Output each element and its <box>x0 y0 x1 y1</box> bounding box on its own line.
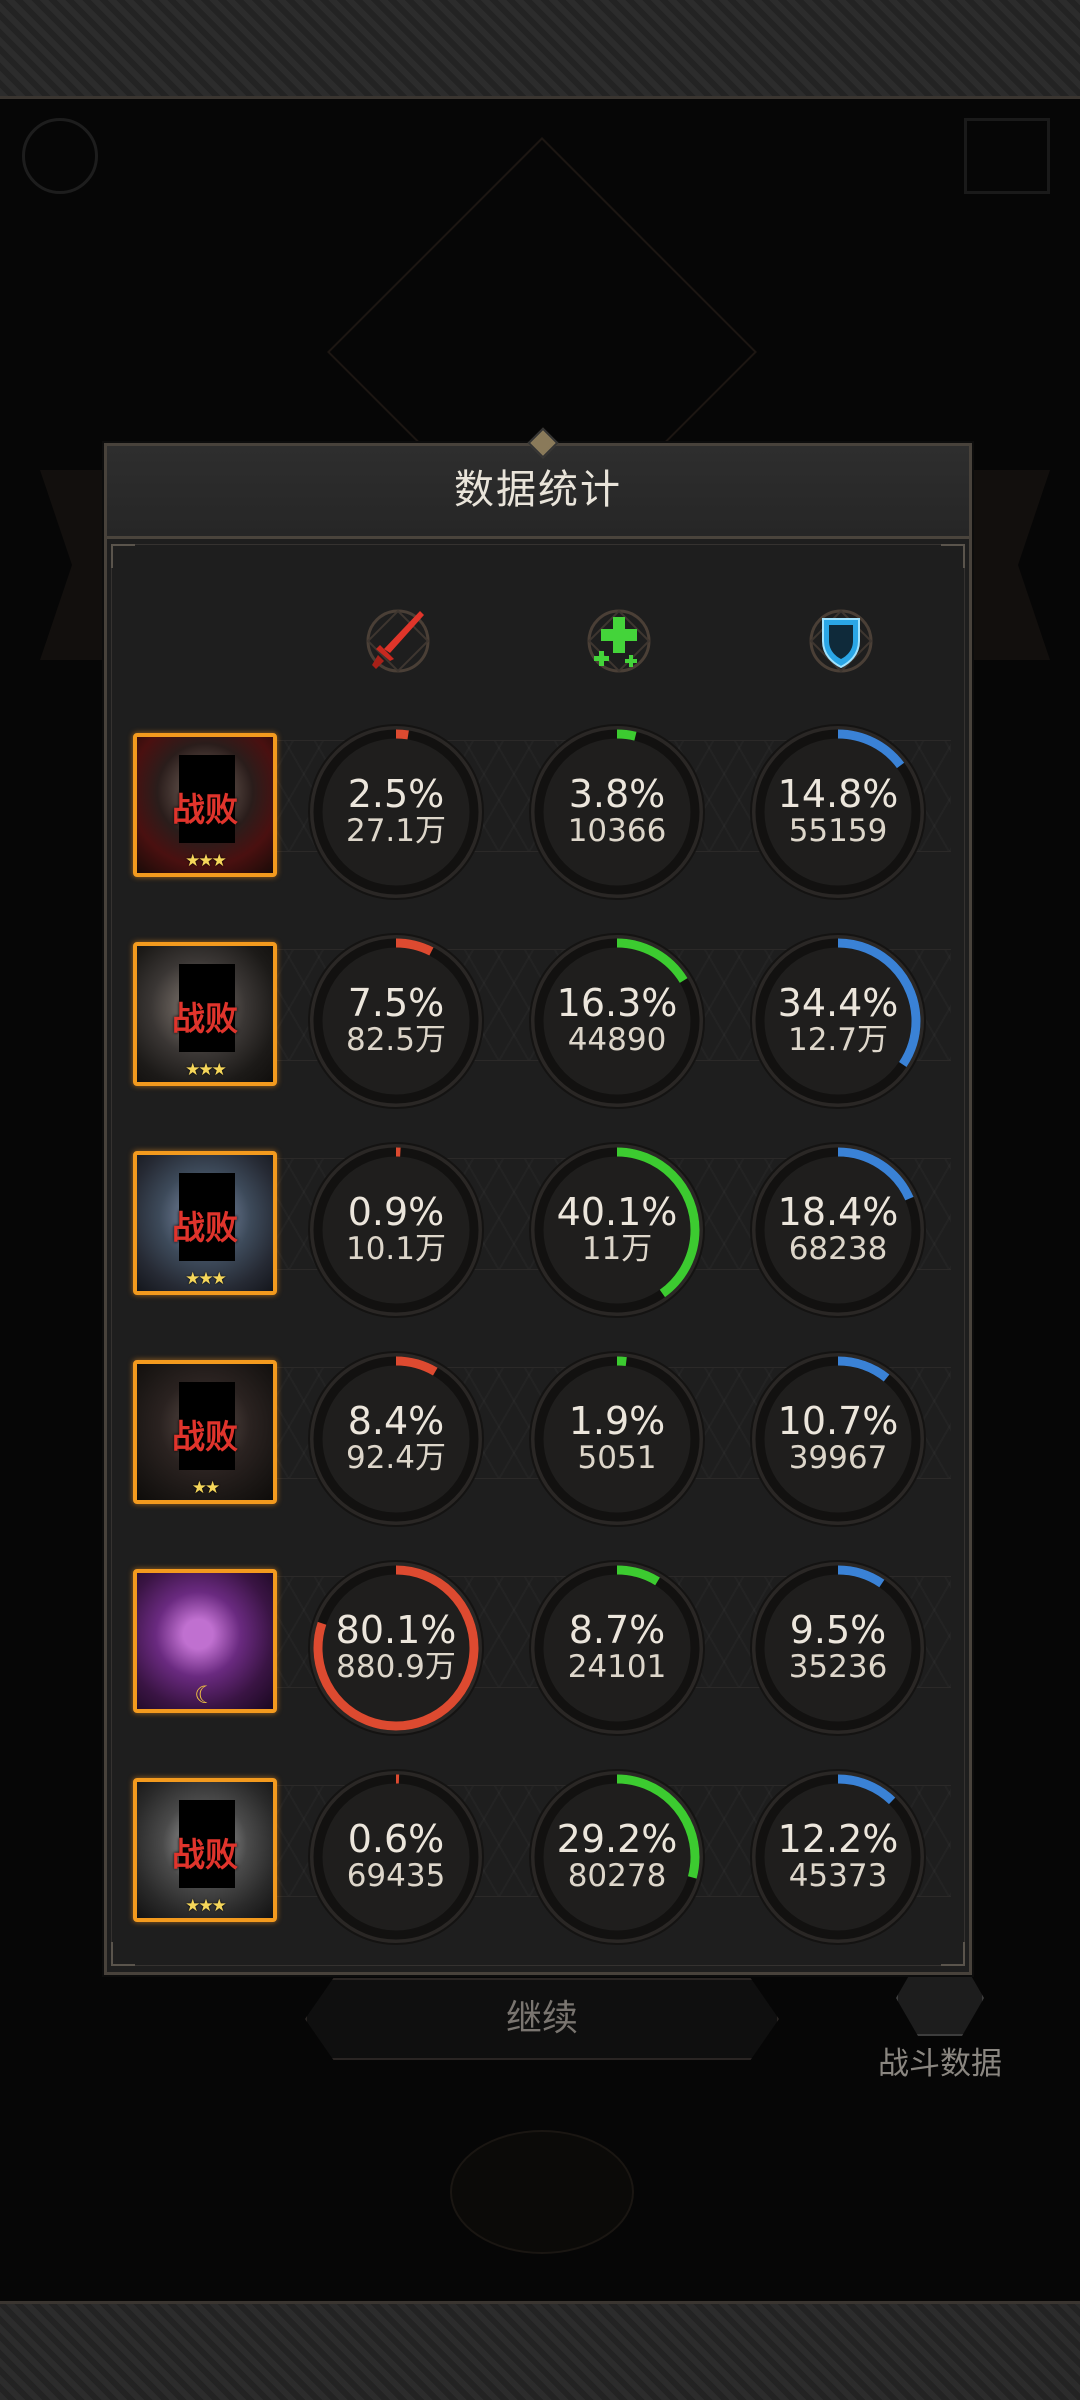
stat-value: 44890 <box>567 1022 667 1058</box>
stat-value: 92.4万 <box>345 1440 447 1476</box>
healing-stat: 1.9% 5051 <box>527 1349 707 1529</box>
hero-avatar[interactable]: 战败 ★★★ <box>133 1778 277 1922</box>
corner-ornament <box>941 544 965 568</box>
healing-stat: 8.7% 24101 <box>527 1558 707 1738</box>
tanking-stat: 10.7% 39967 <box>748 1349 928 1529</box>
damage-stat: 7.5% 82.5万 <box>306 931 486 1111</box>
hero-stat-row: 战败 ★★★ 0.6% 69435 29.2% 80278 12.2% 45373 <box>107 1749 975 1945</box>
healing-stat: 16.3% 44890 <box>527 931 707 1111</box>
tanking-stat: 12.2% 45373 <box>748 1767 928 1947</box>
star-rating: ★★ <box>191 1478 220 1498</box>
panel-title: 数据统计 <box>107 446 969 539</box>
defeat-label: 战败 <box>172 1835 238 1874</box>
defeat-label: 战败 <box>172 790 238 829</box>
stat-value: 80278 <box>567 1858 667 1894</box>
hero-stat-row: 战败 ★★★ 0.9% 10.1万 40.1% 11万 18.4% 68238 <box>107 1122 975 1318</box>
stat-percentage: 7.5% <box>347 981 445 1025</box>
star-rating: ★★★ <box>185 851 227 871</box>
sword-icon <box>366 609 430 673</box>
stat-value: 5051 <box>577 1440 657 1476</box>
stat-value: 68238 <box>788 1231 888 1267</box>
stat-percentage: 0.6% <box>347 1817 445 1861</box>
stat-percentage: 40.1% <box>556 1190 678 1234</box>
defeat-label: 战败 <box>172 1208 238 1247</box>
stat-percentage: 8.7% <box>568 1608 666 1652</box>
stat-percentage: 14.8% <box>777 772 899 816</box>
shield-icon <box>809 609 873 673</box>
damage-stat: 0.6% 69435 <box>306 1767 486 1947</box>
defeat-label: 战败 <box>172 1417 238 1456</box>
stat-value: 11万 <box>581 1231 653 1267</box>
stat-percentage: 12.2% <box>777 1817 899 1861</box>
star-rating: ★★★ <box>185 1269 227 1289</box>
damage-stat: 0.9% 10.1万 <box>306 1140 486 1320</box>
hero-avatar[interactable]: ☾ <box>133 1569 277 1713</box>
stat-percentage: 29.2% <box>556 1817 678 1861</box>
stat-value: 55159 <box>788 813 888 849</box>
hero-avatar[interactable]: 战败 ★★ <box>133 1360 277 1504</box>
healing-stat: 3.8% 10366 <box>527 722 707 902</box>
corner-ornament <box>111 544 135 568</box>
corner-ornament <box>941 1942 965 1966</box>
damage-stat: 2.5% 27.1万 <box>306 722 486 902</box>
star-rating: ★★★ <box>185 1060 227 1080</box>
star-rating: ★★★ <box>185 1896 227 1916</box>
stat-percentage: 0.9% <box>347 1190 445 1234</box>
stat-value: 82.5万 <box>345 1022 447 1058</box>
hero-avatar[interactable]: 战败 ★★★ <box>133 733 277 877</box>
statistics-panel: 数据统计 战败 ★★★ 2.5% 27.1万 3.8% 10366 14.8% 55159 战败… <box>104 443 972 1975</box>
stat-value: 27.1万 <box>345 813 447 849</box>
heal-cross-icon <box>587 609 651 673</box>
hero-avatar[interactable]: 战败 ★★★ <box>133 1151 277 1295</box>
stat-percentage: 3.8% <box>568 772 666 816</box>
moon-badge-icon: ☾ <box>194 1681 216 1709</box>
stat-value: 24101 <box>567 1649 667 1685</box>
stat-value: 10366 <box>567 813 667 849</box>
top-ornament-bar <box>0 0 1080 99</box>
stat-percentage: 2.5% <box>347 772 445 816</box>
hero-avatar[interactable]: 战败 ★★★ <box>133 942 277 1086</box>
tanking-stat: 9.5% 35236 <box>748 1558 928 1738</box>
battle-data-label: 战斗数据 <box>878 2046 1002 2082</box>
stat-percentage: 9.5% <box>789 1608 887 1652</box>
stat-percentage: 18.4% <box>777 1190 899 1234</box>
corner-ornament <box>111 1942 135 1966</box>
stat-value: 12.7万 <box>787 1022 889 1058</box>
background-settings-icon <box>964 118 1050 194</box>
defeat-label: 战败 <box>172 999 238 1038</box>
stat-value: 10.1万 <box>345 1231 447 1267</box>
stat-value: 45373 <box>788 1858 888 1894</box>
stat-percentage: 80.1% <box>335 1608 457 1652</box>
tanking-stat: 34.4% 12.7万 <box>748 931 928 1111</box>
stat-percentage: 16.3% <box>556 981 678 1025</box>
background-menu-icon <box>22 118 98 194</box>
battle-data-button[interactable]: 战斗数据 <box>875 1960 1005 2082</box>
stat-value: 69435 <box>346 1858 446 1894</box>
hero-stat-row: ☾ 80.1% 880.9万 8.7% 24101 9.5% 35236 <box>107 1540 975 1736</box>
stat-value: 39967 <box>788 1440 888 1476</box>
hero-stat-row: 战败 ★★★ 7.5% 82.5万 16.3% 44890 34.4% 12.7万 <box>107 913 975 1109</box>
bottom-ornament-bar <box>0 2301 1080 2400</box>
stat-value: 880.9万 <box>336 1649 456 1685</box>
stat-percentage: 1.9% <box>568 1399 666 1443</box>
stat-percentage: 8.4% <box>347 1399 445 1443</box>
stat-percentage: 34.4% <box>777 981 899 1025</box>
healing-stat: 29.2% 80278 <box>527 1767 707 1947</box>
tanking-stat: 18.4% 68238 <box>748 1140 928 1320</box>
stat-percentage: 10.7% <box>777 1399 899 1443</box>
damage-stat: 80.1% 880.9万 <box>306 1558 486 1738</box>
continue-button[interactable]: 继续 <box>305 1978 779 2060</box>
bottom-emblem-icon <box>450 2130 634 2254</box>
hero-stat-row: 战败 ★★★ 2.5% 27.1万 3.8% 10366 14.8% 55159 <box>107 704 975 900</box>
damage-stat: 8.4% 92.4万 <box>306 1349 486 1529</box>
healing-stat: 40.1% 11万 <box>527 1140 707 1320</box>
hero-stat-row: 战败 ★★ 8.4% 92.4万 1.9% 5051 10.7% 39967 <box>107 1331 975 1527</box>
stat-value: 35236 <box>788 1649 888 1685</box>
tanking-stat: 14.8% 55159 <box>748 722 928 902</box>
